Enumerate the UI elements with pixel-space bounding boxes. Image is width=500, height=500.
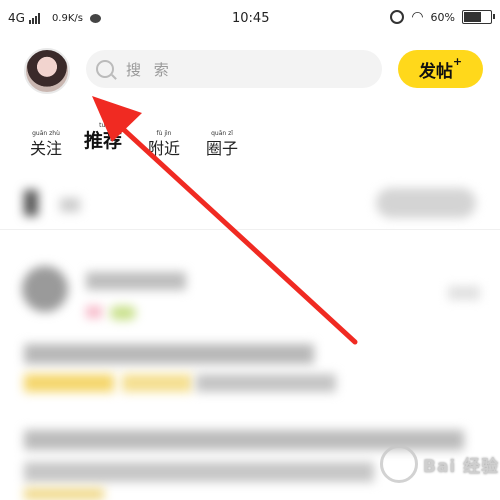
tab-circles[interactable]: quān zǐ 圈子	[206, 130, 238, 160]
post-badge	[110, 306, 136, 320]
search-input[interactable]: 搜 索	[86, 50, 382, 88]
post-more[interactable]	[448, 286, 480, 300]
status-bar: 4G 0.9K/s 10:45 ◠ 60%	[0, 0, 500, 36]
tab-pinyin: guān zhù	[32, 130, 60, 137]
status-left: 4G 0.9K/s	[8, 11, 101, 25]
tab-pinyin: fù jìn	[156, 130, 172, 137]
post-hashtag[interactable]	[24, 374, 114, 392]
tab-nearby[interactable]: fù jìn 附近	[148, 130, 180, 160]
tab-follow[interactable]: guān zhù 关注	[30, 130, 62, 160]
blurred-icon	[24, 190, 38, 216]
tab-label: 关注	[30, 139, 63, 158]
divider	[0, 229, 500, 230]
network-type: 4G	[8, 11, 25, 25]
tab-recommend[interactable]: tuī 推荐	[84, 122, 122, 152]
tab-pinyin: quān zǐ	[211, 130, 233, 137]
watermark: Bai 经验	[380, 445, 499, 483]
wifi-icon: ◠	[411, 9, 424, 25]
status-right: ◠ 60%	[390, 9, 495, 25]
avatar[interactable]	[24, 48, 70, 94]
feed-tabs: guān zhù 关注 tuī 推荐 fù jìn 附近 quān zǐ 圈子	[0, 120, 500, 160]
battery-percent: 60%	[430, 10, 455, 24]
status-time: 10:45	[232, 11, 270, 26]
plus-icon: +	[452, 54, 463, 68]
post-button[interactable]: 发帖 +	[398, 50, 483, 88]
network-speed: 0.9K/s	[51, 12, 83, 24]
post-text	[24, 462, 374, 482]
post-hashtag[interactable]	[24, 488, 104, 500]
search-icon	[96, 60, 114, 78]
watermark-text: Bai 经验	[423, 456, 500, 477]
tab-label: 圈子	[206, 139, 239, 158]
paw-icon	[380, 445, 418, 483]
post-username[interactable]	[86, 272, 186, 290]
alarm-icon	[390, 10, 405, 24]
battery-icon	[462, 10, 495, 24]
post-button-label: 发帖	[418, 61, 453, 82]
post-badge	[86, 306, 102, 318]
tab-label: 推荐	[84, 130, 123, 152]
arrow-shaft	[119, 125, 358, 345]
blurred-banner	[376, 188, 476, 218]
tab-pinyin: tuī	[99, 122, 107, 129]
search-placeholder: 搜 索	[126, 60, 173, 79]
message-icon	[89, 13, 101, 23]
signal-icon	[28, 12, 40, 24]
tab-label: 附近	[148, 139, 181, 158]
post-avatar[interactable]	[22, 266, 68, 312]
post-text	[196, 374, 336, 392]
blurred-text	[60, 198, 80, 212]
post-text	[24, 344, 314, 364]
post-hashtag[interactable]	[122, 374, 192, 392]
